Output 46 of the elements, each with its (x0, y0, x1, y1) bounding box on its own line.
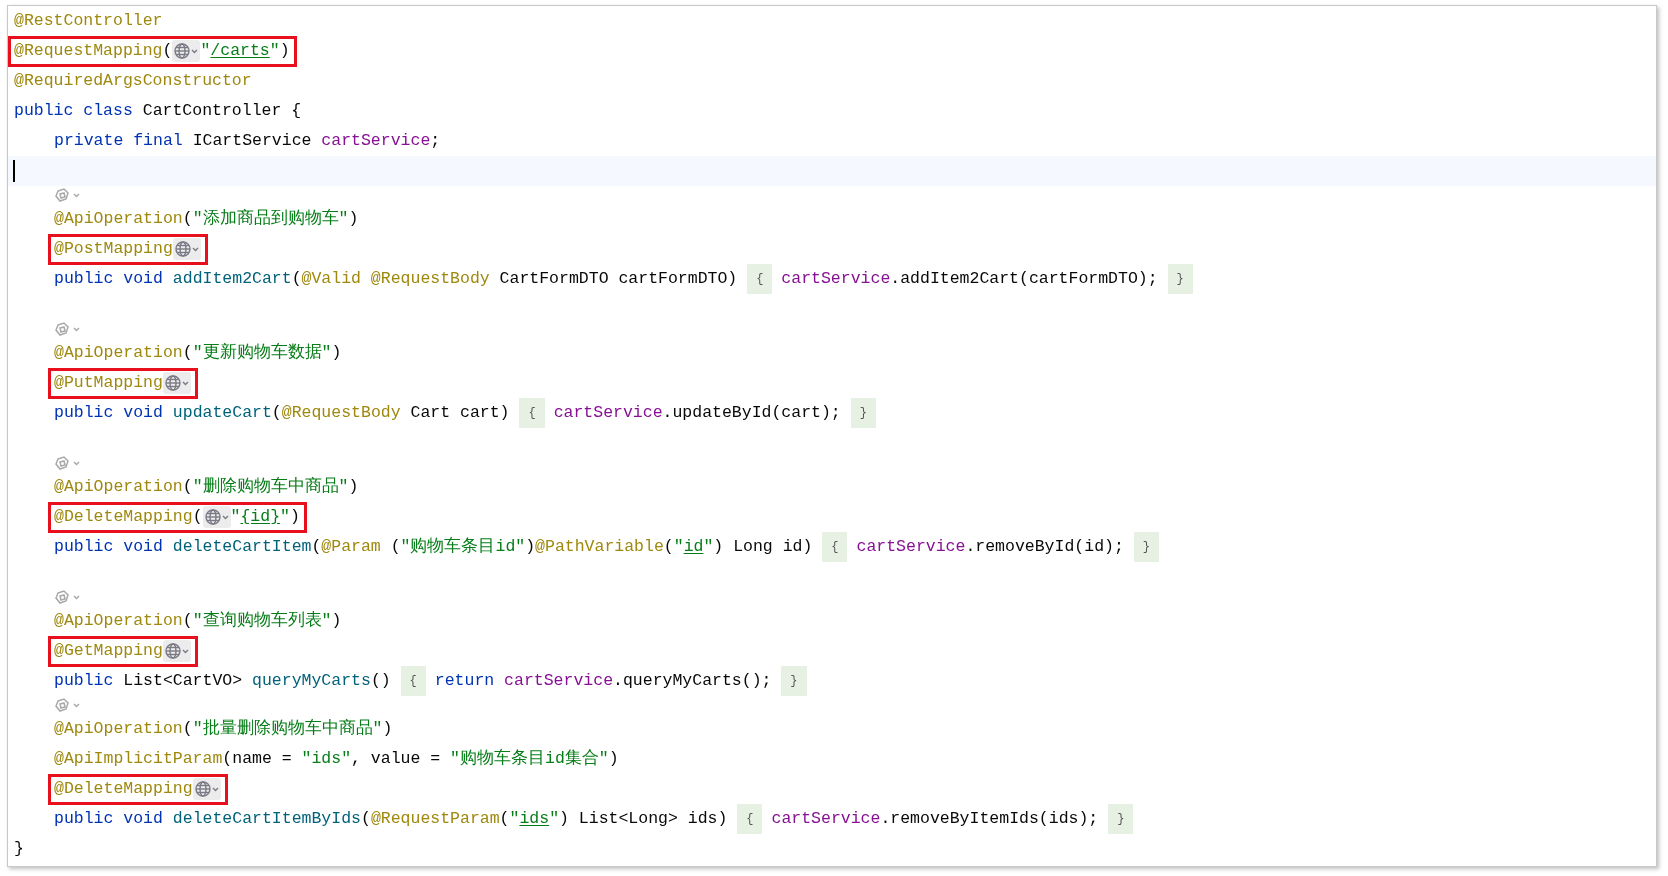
endpoint-dropdown-button[interactable] (172, 238, 201, 260)
code-text: @PutMapping (54, 371, 163, 394)
folded-code-marker[interactable]: } (1133, 532, 1159, 562)
code-text: cartService.addItem2Cart(cartFormDTO); (781, 267, 1159, 290)
code-text: @DeleteMapping (54, 777, 193, 800)
code-text: @PostMapping (54, 237, 173, 260)
endpoint-dropdown-button[interactable] (172, 40, 201, 62)
endpoint-dropdown-button[interactable] (162, 640, 191, 662)
code-text: return cartService.queryMyCarts(); (434, 669, 773, 692)
endpoint-dropdown-button[interactable] (202, 506, 231, 528)
code-text: public void addItem2Cart(@Valid @RequestBody CartFormDTO cartFormDTO) (54, 267, 739, 290)
code-text: public void deleteCartItemByIds(@RequestParam("ids") List<Long> ids) (54, 807, 729, 830)
text-cursor (13, 160, 15, 182)
code-text: "/carts") (200, 39, 290, 62)
folded-code-marker[interactable]: { (519, 398, 545, 428)
folded-code-marker[interactable]: } (1167, 264, 1193, 294)
endpoint-dropdown-button[interactable] (192, 778, 221, 800)
code-text: @RequestMapping( (14, 39, 173, 62)
code-text: cartService.removeByItemIds(ids); (771, 807, 1100, 830)
code-text: @RestController (14, 9, 163, 32)
folded-code-marker[interactable]: { (400, 666, 426, 696)
code-text: public void deleteCartItem(@Param ("购物车条目id")@PathVariable("id") Long id) (54, 535, 814, 558)
code-text: "{id}") (230, 505, 300, 528)
code-text: public class CartController { (14, 99, 302, 122)
code-text: @ApiOperation("添加商品到购物车") (54, 207, 359, 230)
code-text: @GetMapping (54, 639, 163, 662)
folded-code-marker[interactable]: } (781, 666, 807, 696)
code-text: @ApiOperation("删除购物车中商品") (54, 475, 359, 498)
code-text: cartService.removeById(id); (856, 535, 1125, 558)
code-text: public void updateCart(@RequestBody Cart cart) (54, 401, 511, 424)
folded-code-marker[interactable]: { (747, 264, 773, 294)
code-text: @ApiOperation("查询购物车列表") (54, 609, 342, 632)
endpoint-dropdown-button[interactable] (162, 372, 191, 394)
code-text: cartService.updateById(cart); (553, 401, 842, 424)
code-text: } (14, 837, 24, 860)
code-text: @RequiredArgsConstructor (14, 69, 252, 92)
code-text: @DeleteMapping( (54, 505, 203, 528)
code-text: @ApiOperation("更新购物车数据") (54, 341, 342, 364)
code-text: private final ICartService cartService; (54, 129, 441, 152)
code-text: @ApiOperation("批量删除购物车中商品") (54, 717, 393, 740)
folded-code-marker[interactable]: } (1108, 804, 1134, 834)
code-text: public List<CartVO> queryMyCarts() (54, 669, 392, 692)
code-text: @ApiImplicitParam(name = "ids", value = "购物车条目id集合") (54, 747, 619, 770)
folded-code-marker[interactable]: { (737, 804, 763, 834)
folded-code-marker[interactable]: { (822, 532, 848, 562)
folded-code-marker[interactable]: } (850, 398, 876, 428)
